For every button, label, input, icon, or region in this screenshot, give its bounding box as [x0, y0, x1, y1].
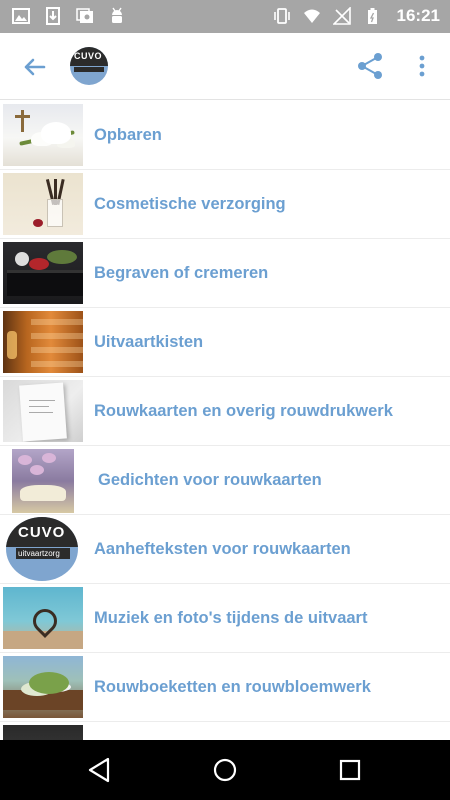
cuvo-logo: CUVO uitvaartzorg: [6, 517, 78, 581]
list-item-aanhefteksten[interactable]: CUVO uitvaartzorg Aanhefteksten voor rou…: [0, 515, 450, 584]
clock-time: 16:21: [396, 6, 440, 25]
book-flowers-photo: [12, 449, 74, 513]
list-item-label: Uitvaartkisten: [94, 333, 204, 351]
lily-photo: [3, 104, 83, 166]
nav-back-icon[interactable]: [84, 755, 114, 785]
vibrate-icon: [273, 8, 290, 24]
wooden-coffins-photo: [3, 311, 83, 373]
status-system-icons: 16:21: [273, 6, 440, 26]
cuvo-logo-title: CUVO: [18, 524, 66, 541]
navigation-bar: [0, 740, 450, 800]
list-item-gedichten[interactable]: Gedichten voor rouwkaarten: [0, 446, 450, 515]
status-notifications: [12, 7, 126, 25]
list-item-label: Muziek en foto's tijdens de uitvaart: [94, 609, 368, 627]
sand-heart-photo: [3, 587, 83, 649]
no-signal-icon: [332, 7, 351, 25]
list-item-label: Begraven of cremeren: [94, 264, 269, 282]
coffin-roses-photo: [3, 242, 83, 304]
photo-stack-icon: [76, 8, 93, 23]
status-bar: 16:21: [0, 0, 450, 33]
image-icon: [12, 8, 30, 24]
download-icon: [46, 7, 60, 25]
list-item-label: Gedichten voor rouwkaarten: [98, 471, 322, 489]
cuvo-logo-avatar: CUVO: [70, 47, 108, 85]
list-item-label: Rouwkaarten en overig rouwdrukwerk: [94, 402, 393, 420]
wifi-icon: [303, 9, 320, 23]
share-icon[interactable]: [355, 51, 385, 81]
more-vert-icon[interactable]: [410, 51, 434, 81]
list-item-opbaren[interactable]: Opbaren: [0, 101, 450, 170]
list-item-label: Opbaren: [94, 126, 162, 144]
battery-icon: [367, 8, 377, 24]
arrow-left-icon[interactable]: [18, 51, 50, 83]
list-item-cosmetische-verzorging[interactable]: Cosmetische verzorging: [0, 170, 450, 239]
list-item-partial[interactable]: [0, 722, 450, 740]
mourning-card-photo: [3, 380, 83, 442]
list-item-label: Rouwboeketten en rouwbloemwerk: [94, 678, 371, 696]
list-item-label: Aanhefteksten voor rouwkaarten: [94, 540, 351, 558]
cuvo-logo-subtitle: uitvaartzorg: [18, 549, 60, 558]
nav-home-icon[interactable]: [210, 755, 240, 785]
list-item-rouwboeketten[interactable]: Rouwboeketten en rouwbloemwerk: [0, 653, 450, 722]
list-item-muziek-en-fotos[interactable]: Muziek en foto's tijdens de uitvaart: [0, 584, 450, 653]
android-icon: [112, 7, 122, 23]
app-bar: CUVO: [0, 33, 450, 100]
coffin-bouquet-photo: [3, 656, 83, 718]
nav-recents-icon[interactable]: [335, 755, 365, 785]
makeup-brushes-photo: [3, 173, 83, 235]
list-item-label: Cosmetische verzorging: [94, 195, 286, 213]
list-item-rouwkaarten[interactable]: Rouwkaarten en overig rouwdrukwerk: [0, 377, 450, 446]
list-item-uitvaartkisten[interactable]: Uitvaartkisten: [0, 308, 450, 377]
partial-photo: [3, 725, 83, 740]
menu-list: Opbaren Cosmetische verzorging Begraven …: [0, 101, 450, 740]
logo-text: CUVO: [74, 51, 103, 61]
list-item-begraven-of-cremeren[interactable]: Begraven of cremeren: [0, 239, 450, 308]
